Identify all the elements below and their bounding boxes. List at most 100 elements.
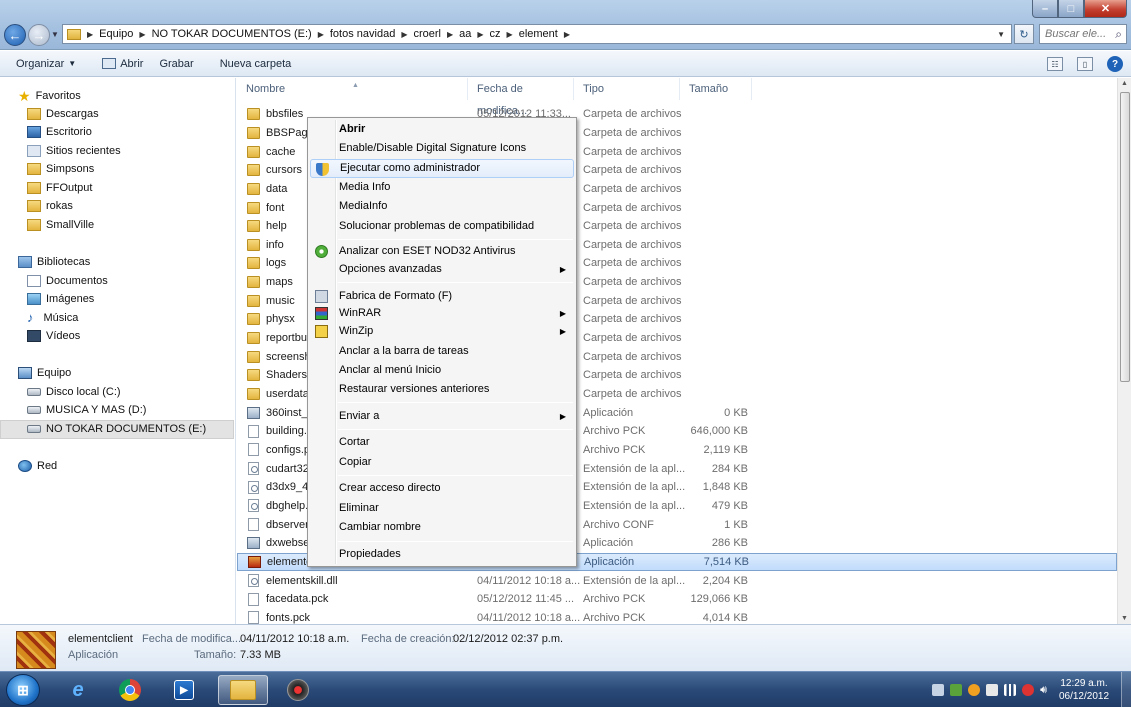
menu-item-copy[interactable]: Copiar	[310, 453, 574, 472]
file-row[interactable]: elementskill.dll 04/11/2012 10:18 a... Ext…	[237, 571, 1117, 590]
tray-device-icon[interactable]	[986, 684, 999, 696]
taskbar-media-player[interactable]: ▶	[162, 675, 206, 705]
menu-item-pin-start[interactable]: Anclar al menú Inicio	[310, 361, 574, 380]
column-header-type[interactable]: Tipo	[574, 78, 680, 100]
breadcrumb-aa[interactable]: aa	[459, 28, 471, 40]
menu-item-media-info[interactable]: Media Info	[310, 178, 574, 197]
change-view-icon[interactable]: ☷	[1047, 57, 1063, 71]
tray-security-icon[interactable]	[1022, 684, 1035, 696]
taskbar-game[interactable]	[276, 675, 320, 705]
nav-drive-e[interactable]: NO TOKAR DOCUMENTOS (E:)	[27, 420, 206, 438]
nav-drive-d[interactable]: MUSICA Y MAS (D:)	[27, 401, 146, 419]
taskbar-chrome[interactable]	[108, 675, 152, 705]
recent-pages-dropdown-icon[interactable]: ▼	[51, 30, 59, 39]
menu-item-signature-icons[interactable]: Enable/Disable Digital Signature Icons	[310, 139, 574, 158]
breadcrumb-cz[interactable]: cz	[490, 28, 501, 40]
search-icon[interactable]: ⌕	[1115, 27, 1122, 42]
address-bar[interactable]: ▶ Equipo ▶ NO TOKAR DOCUMENTOS (E:) ▶ foto…	[62, 24, 1012, 44]
menu-item-properties[interactable]: Propiedades	[310, 545, 574, 564]
nav-escritorio[interactable]: Escritorio	[27, 123, 92, 141]
breadcrumb-equipo[interactable]: Equipo	[99, 28, 133, 40]
nav-rokas[interactable]: rokas	[27, 197, 73, 215]
column-header-name[interactable]: Nombre ▲	[237, 78, 468, 100]
nav-equipo[interactable]: Equipo	[18, 364, 71, 382]
breadcrumb-arrow-icon[interactable]: ▶	[477, 30, 483, 39]
refresh-button[interactable]: ↻	[1014, 24, 1034, 44]
breadcrumb-drive[interactable]: NO TOKAR DOCUMENTOS (E:)	[152, 28, 312, 40]
burn-button[interactable]: Grabar	[159, 58, 193, 70]
file-row[interactable]: facedata.pck 05/12/2012 11:45 ... Archivo …	[237, 590, 1117, 609]
breadcrumb-arrow-icon[interactable]: ▶	[401, 30, 407, 39]
nav-favorites[interactable]: ★ Favoritos	[18, 87, 81, 105]
scroll-down-icon[interactable]: ▼	[1121, 615, 1128, 622]
file-icon	[248, 611, 259, 625]
tray-utility-icon[interactable]	[950, 684, 963, 696]
open-button[interactable]: Abrir	[102, 58, 143, 70]
taskbar-windows-explorer[interactable]	[218, 675, 268, 705]
minimize-button[interactable]: –	[1032, 0, 1058, 18]
nav-smallville[interactable]: SmallVille	[27, 216, 94, 234]
menu-item-create-shortcut[interactable]: Crear acceso directo	[310, 479, 574, 498]
breadcrumb-fotos-navidad[interactable]: fotos navidad	[330, 28, 395, 40]
menu-item-open[interactable]: Abrir	[310, 120, 574, 139]
preview-pane-icon[interactable]: ▯	[1077, 57, 1093, 71]
maximize-button[interactable]: □	[1058, 0, 1084, 18]
close-button[interactable]: ✕	[1084, 0, 1127, 18]
address-dropdown-icon[interactable]: ▼	[997, 30, 1005, 39]
forward-button[interactable]: →	[28, 24, 50, 46]
start-button[interactable]: ⊞	[6, 674, 40, 706]
menu-item-pin-taskbar[interactable]: Anclar a la barra de tareas	[310, 342, 574, 361]
nav-ffoutput[interactable]: FFOutput	[27, 179, 92, 197]
clock[interactable]: 12:29 a.m. 06/12/2012	[1053, 677, 1115, 703]
new-folder-button[interactable]: Nueva carpeta	[220, 58, 292, 70]
breadcrumb-arrow-icon[interactable]: ▶	[87, 30, 93, 39]
menu-item-restore-versions[interactable]: Restaurar versiones anteriores	[310, 380, 574, 399]
vertical-scrollbar[interactable]: ▲ ▼	[1117, 78, 1131, 624]
nav-bibliotecas[interactable]: Bibliotecas	[18, 253, 90, 271]
scrollbar-thumb[interactable]	[1120, 92, 1130, 382]
breadcrumb-arrow-icon[interactable]: ▶	[139, 30, 145, 39]
column-header-size[interactable]: Tamaño	[680, 78, 752, 100]
menu-item-compatibility[interactable]: Solucionar problemas de compatibilidad	[310, 217, 574, 236]
file-type: Aplicación	[583, 537, 634, 550]
menu-item-advanced-options[interactable]: Opciones avanzadas ▶	[310, 260, 574, 279]
tray-alert-icon[interactable]	[968, 684, 981, 696]
breadcrumb-croerl[interactable]: croerl	[413, 28, 441, 40]
nav-sitios-recientes[interactable]: Sitios recientes	[27, 142, 121, 160]
nav-videos[interactable]: Vídeos	[27, 327, 80, 345]
taskbar-internet-explorer[interactable]: e	[56, 675, 100, 705]
menu-item-run-as-admin[interactable]: Ejecutar como administrador	[310, 159, 574, 178]
menu-item-winzip[interactable]: WinZip ▶	[310, 322, 574, 341]
back-button[interactable]: ←	[4, 24, 26, 46]
breadcrumb-arrow-icon[interactable]: ▶	[564, 30, 570, 39]
nav-drive-c[interactable]: Disco local (C:)	[27, 383, 121, 401]
column-header-date[interactable]: Fecha de modifica...	[468, 78, 574, 117]
search-input[interactable]	[1045, 28, 1105, 40]
menu-item-delete[interactable]: Eliminar	[310, 499, 574, 518]
breadcrumb-arrow-icon[interactable]: ▶	[318, 30, 324, 39]
breadcrumb-arrow-icon[interactable]: ▶	[507, 30, 513, 39]
file-name-cell: elemento	[248, 555, 312, 568]
search-box[interactable]: ⌕	[1039, 24, 1127, 44]
menu-item-mediainfo[interactable]: MediaInfo	[310, 197, 574, 216]
network-signal-icon[interactable]	[1004, 684, 1017, 696]
volume-icon[interactable]: 🔊︎	[1040, 684, 1047, 696]
nav-musica[interactable]: ♪ Música	[27, 309, 78, 327]
show-desktop-button[interactable]	[1121, 672, 1131, 708]
nav-documentos[interactable]: Documentos	[27, 272, 108, 290]
nav-red[interactable]: Red	[18, 457, 57, 475]
menu-item-cut[interactable]: Cortar	[310, 433, 574, 452]
organize-button[interactable]: Organizar ▼	[16, 58, 76, 70]
breadcrumb-arrow-icon[interactable]: ▶	[447, 30, 453, 39]
tray-app-icon[interactable]	[932, 684, 945, 696]
menu-item-eset-scan[interactable]: Analizar con ESET NOD32 Antivirus	[310, 242, 574, 261]
menu-item-rename[interactable]: Cambiar nombre	[310, 518, 574, 537]
menu-item-send-to[interactable]: Enviar a ▶	[310, 407, 574, 426]
breadcrumb-element[interactable]: element	[519, 28, 558, 40]
nav-simpsons[interactable]: Simpsons	[27, 160, 94, 178]
help-icon[interactable]: ?	[1107, 56, 1123, 72]
scroll-up-icon[interactable]: ▲	[1121, 80, 1128, 87]
menu-item-winrar[interactable]: WinRAR ▶	[310, 304, 574, 323]
nav-descargas[interactable]: Descargas	[27, 105, 99, 123]
nav-imagenes[interactable]: Imágenes	[27, 290, 94, 308]
